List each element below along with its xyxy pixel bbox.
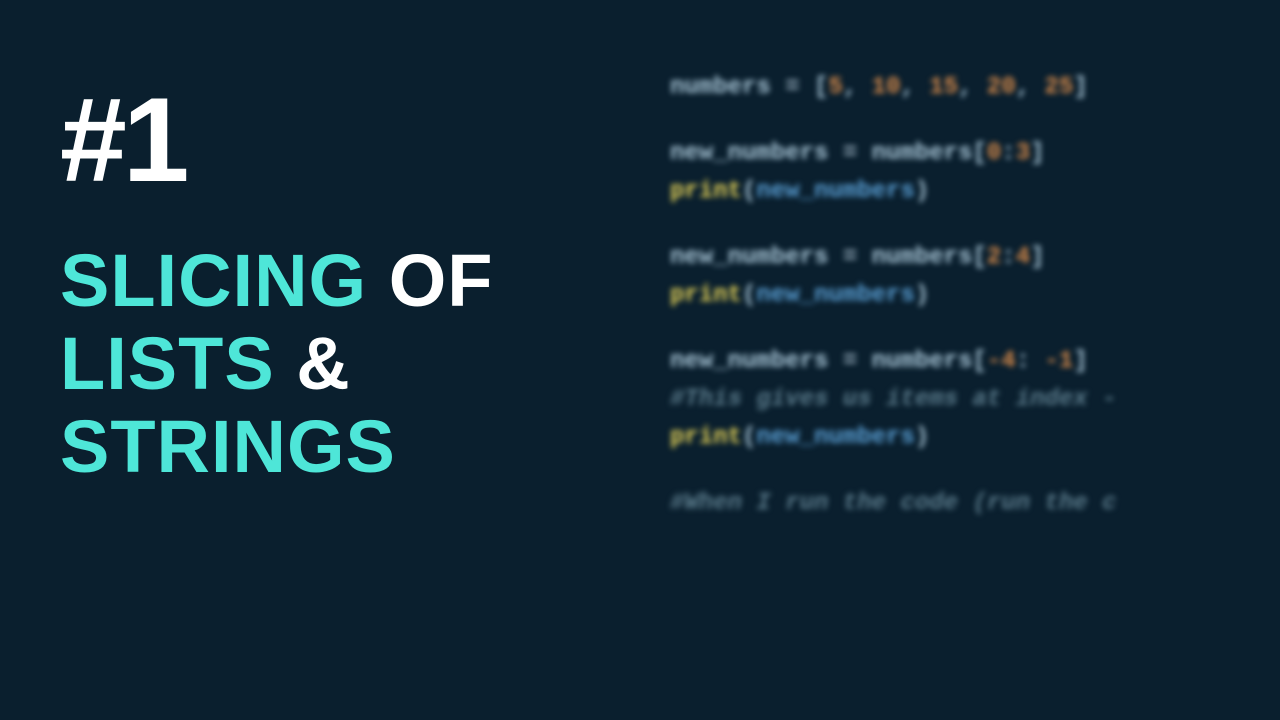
token-var: new_numbers — [670, 140, 828, 167]
title-ampersand: & — [296, 322, 350, 405]
title-word-lists: LISTS — [60, 322, 275, 405]
episode-badge: #1 — [60, 80, 620, 200]
code-line: #When I run the code (run the c — [670, 486, 1280, 522]
token-punc: ] — [1073, 348, 1087, 375]
token-punc: ) — [915, 282, 929, 309]
token-punc: ) — [915, 424, 929, 451]
token-var: numbers — [872, 244, 973, 271]
token-punc: ) — [915, 178, 929, 205]
code-line: new_numbers = numbers[2:4] — [670, 240, 1280, 276]
token-op: = — [828, 244, 871, 271]
code-block-5: #When I run the code (run the c — [670, 486, 1280, 522]
token-op: = — [828, 348, 871, 375]
token-punc: ( — [742, 282, 756, 309]
code-line: print(new_numbers) — [670, 278, 1280, 314]
token-arg: new_numbers — [756, 282, 914, 309]
token-op: = — [771, 74, 814, 101]
token-var: numbers — [872, 140, 973, 167]
token-num: 3 — [1016, 140, 1030, 167]
token-punc: ] — [1030, 244, 1044, 271]
token-var: numbers — [670, 74, 771, 101]
token-var: numbers — [872, 348, 973, 375]
code-line: print(new_numbers) — [670, 420, 1280, 456]
token-var: new_numbers — [670, 244, 828, 271]
token-arg: new_numbers — [756, 424, 914, 451]
token-func: print — [670, 424, 742, 451]
token-comment: #When I run the code (run the c — [670, 490, 1116, 517]
code-preview: numbers = [5, 10, 15, 20, 25] new_number… — [670, 70, 1280, 552]
token-op: = — [828, 140, 871, 167]
token-var: new_numbers — [670, 348, 828, 375]
token-func: print — [670, 178, 742, 205]
token-punc: [ — [814, 74, 828, 101]
token-punc: : — [1001, 140, 1015, 167]
token-num: 10 — [872, 74, 901, 101]
code-block-3: new_numbers = numbers[2:4] print(new_num… — [670, 240, 1280, 314]
code-line: numbers = [5, 10, 15, 20, 25] — [670, 70, 1280, 106]
token-punc: ] — [1030, 140, 1044, 167]
code-line: new_numbers = numbers[0:3] — [670, 136, 1280, 172]
token-punc: : — [1001, 244, 1015, 271]
code-line: #This gives us items at index - — [670, 382, 1280, 418]
token-punc: : — [1016, 348, 1045, 375]
code-block-2: new_numbers = numbers[0:3] print(new_num… — [670, 136, 1280, 210]
token-num: -4 — [987, 348, 1016, 375]
token-func: print — [670, 282, 742, 309]
title-word-of: OF — [389, 239, 494, 322]
code-line: print(new_numbers) — [670, 174, 1280, 210]
token-num: 25 — [1045, 74, 1074, 101]
code-block-1: numbers = [5, 10, 15, 20, 25] — [670, 70, 1280, 106]
token-num: 2 — [987, 244, 1001, 271]
token-comment: #This gives us items at index - — [670, 386, 1116, 413]
title-word-slicing: SLICING — [60, 239, 367, 322]
token-punc: [ — [972, 348, 986, 375]
token-punc: , — [958, 74, 987, 101]
token-num: 20 — [987, 74, 1016, 101]
token-punc: , — [843, 74, 872, 101]
token-num: -1 — [1045, 348, 1074, 375]
token-punc: ( — [742, 424, 756, 451]
token-num: 0 — [987, 140, 1001, 167]
token-num: 4 — [1016, 244, 1030, 271]
token-punc: ] — [1073, 74, 1087, 101]
token-punc: , — [1016, 74, 1045, 101]
token-punc: [ — [972, 244, 986, 271]
token-num: 5 — [828, 74, 842, 101]
code-line: new_numbers = numbers[-4: -1] — [670, 344, 1280, 380]
title-word-strings: STRINGS — [60, 405, 396, 488]
token-punc: [ — [972, 140, 986, 167]
token-punc: , — [900, 74, 929, 101]
title-panel: #1 SLICING OF LISTS & STRINGS — [60, 80, 620, 489]
token-num: 15 — [929, 74, 958, 101]
token-punc: ( — [742, 178, 756, 205]
code-block-4: new_numbers = numbers[-4: -1] #This give… — [670, 344, 1280, 456]
slide-title: SLICING OF LISTS & STRINGS — [60, 240, 620, 489]
token-arg: new_numbers — [756, 178, 914, 205]
